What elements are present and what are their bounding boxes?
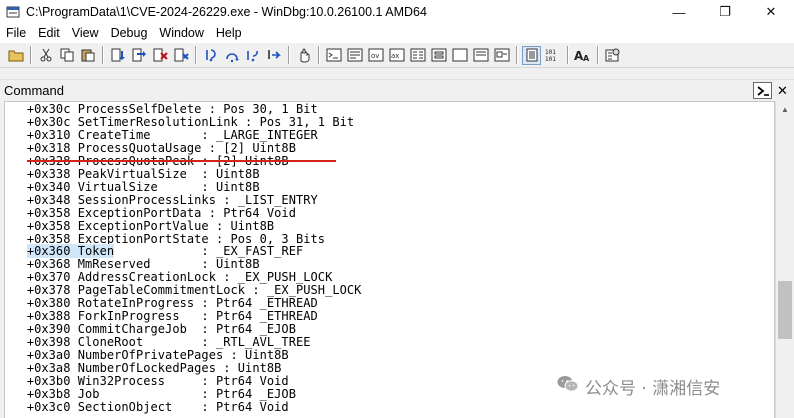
toolbar-separator xyxy=(318,46,319,64)
output-line: +0x338 PeakVirtualSize : Uint8B xyxy=(5,166,260,181)
paste-icon[interactable] xyxy=(78,46,97,65)
svg-text:ov: ov xyxy=(371,52,379,60)
font-icon[interactable]: AA xyxy=(573,46,592,65)
locals-window-icon[interactable]: ov xyxy=(366,46,385,65)
registers-window-icon[interactable]: ax xyxy=(387,46,406,65)
window-title: C:\ProgramData\1\CVE-2024-26229.exe - Wi… xyxy=(26,5,427,19)
window-controls: — ❐ ✕ xyxy=(656,0,794,24)
menu-edit[interactable]: Edit xyxy=(32,24,66,43)
wechat-icon xyxy=(557,375,579,398)
menu-file[interactable]: File xyxy=(0,24,32,43)
toolbar-separator xyxy=(597,46,598,64)
command-prompt-icon[interactable] xyxy=(753,82,772,99)
windbg-window: C:\ProgramData\1\CVE-2024-26229.exe - Wi… xyxy=(0,0,794,418)
annotation-underline xyxy=(27,160,336,162)
output-line: +0x358 ExceptionPortData : Ptr64 Void xyxy=(5,205,296,220)
title-bar: C:\ProgramData\1\CVE-2024-26229.exe - Wi… xyxy=(0,0,794,24)
hex-display-icon[interactable]: 101 101 xyxy=(543,46,562,65)
watermark-text: 公众号 · 潇湘信安 xyxy=(585,378,721,399)
source-mode-icon[interactable] xyxy=(522,45,541,65)
menu-help[interactable]: Help xyxy=(210,24,248,43)
watermark: 公众号 · 潇湘信安 xyxy=(553,373,727,399)
vertical-scrollbar[interactable]: ▲ xyxy=(775,101,794,418)
command-window-icon[interactable] xyxy=(324,46,343,65)
command-pane-title: Command xyxy=(4,83,64,98)
toolbar-separator xyxy=(195,46,196,64)
menu-debug[interactable]: Debug xyxy=(105,24,154,43)
output-line: +0x3b8 Job : Ptr64 _EJOB xyxy=(5,386,296,401)
step-over-icon[interactable] xyxy=(129,46,148,65)
scroll-up-arrow-icon[interactable]: ▲ xyxy=(776,101,794,118)
scratch-pad-icon[interactable] xyxy=(471,46,490,65)
restore-button[interactable]: ❐ xyxy=(702,0,748,24)
go-into-icon[interactable] xyxy=(201,46,220,65)
disassembly-window-icon[interactable] xyxy=(450,46,469,65)
copy-icon[interactable] xyxy=(57,46,76,65)
watch-window-icon[interactable] xyxy=(345,46,364,65)
output-line: +0x3b0 Win32Process : Ptr64 Void xyxy=(5,373,289,388)
command-output[interactable]: +0x30c ProcessSelfDelete : Pos 30, 1 Bit… xyxy=(4,101,775,418)
processes-threads-icon[interactable] xyxy=(492,46,511,65)
close-button[interactable]: ✕ xyxy=(748,0,794,24)
command-pane-header: Command ✕ xyxy=(0,79,794,100)
toolbar: ov ax 101 101 AA xyxy=(0,43,794,68)
step-into-icon[interactable] xyxy=(108,46,127,65)
scrollbar-thumb[interactable] xyxy=(778,281,792,339)
toolbar-separator xyxy=(102,46,103,64)
restart-icon[interactable] xyxy=(171,46,190,65)
toolbar-separator xyxy=(567,46,568,64)
toolbar-separator xyxy=(516,46,517,64)
command-pane-close-icon[interactable]: ✕ xyxy=(775,83,790,98)
run-to-cursor-icon[interactable] xyxy=(264,46,283,65)
selected-text: +0x360 Token xyxy=(26,244,115,259)
menu-bar: File Edit View Debug Window Help xyxy=(0,24,794,43)
memory-window-icon[interactable] xyxy=(408,46,427,65)
windbg-app-icon xyxy=(6,5,20,19)
breakpoint-hand-icon[interactable] xyxy=(294,46,313,65)
svg-text:ax: ax xyxy=(391,52,399,60)
open-folder-icon[interactable] xyxy=(6,46,25,65)
go-over-icon[interactable] xyxy=(222,46,241,65)
output-line: +0x30c SetTimerResolutionLink : Pos 31, … xyxy=(5,114,355,129)
svg-text:A: A xyxy=(583,54,590,62)
output-line: +0x318 ProcessQuotaUsage : [2] Uint8B xyxy=(5,140,296,155)
toolbar-separator xyxy=(30,46,31,64)
menu-window[interactable]: Window xyxy=(153,24,209,43)
options-icon[interactable] xyxy=(603,46,622,65)
cut-icon[interactable] xyxy=(36,46,55,65)
output-line: +0x348 SessionProcessLinks : _LIST_ENTRY xyxy=(5,192,318,207)
minimize-button[interactable]: — xyxy=(656,0,702,24)
toolbar-separator xyxy=(288,46,289,64)
stop-debugging-icon[interactable] xyxy=(150,46,169,65)
menu-view[interactable]: View xyxy=(66,24,105,43)
call-stack-window-icon[interactable] xyxy=(429,46,448,65)
svg-text:101: 101 xyxy=(545,49,556,56)
output-line: +0x340 VirtualSize : Uint8B xyxy=(5,179,260,194)
go-out-icon[interactable] xyxy=(243,46,262,65)
output-line: +0x358 ExceptionPortValue : Uint8B xyxy=(5,218,275,233)
svg-text:101: 101 xyxy=(545,56,556,62)
output-line: +0x310 CreateTime : _LARGE_INTEGER xyxy=(5,127,318,142)
output-line: +0x3c0 SectionObject : Ptr64 Void xyxy=(5,399,289,414)
